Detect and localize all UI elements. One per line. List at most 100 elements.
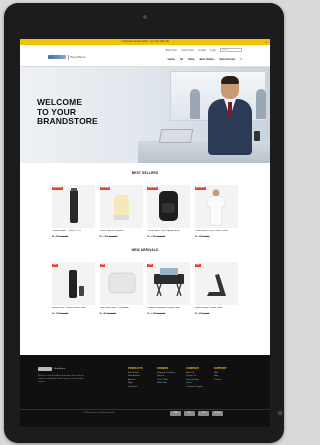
footer-link[interactable]: Contact bbox=[214, 379, 227, 383]
hero-line: TO YOUR bbox=[37, 106, 77, 117]
product-card[interactable]: New Explore Duo - Smart Vacuum Flask Rs.… bbox=[52, 262, 95, 315]
footer-column-products: PRODUCTS Best Sellers New Arrivals Appar… bbox=[128, 367, 143, 390]
product-card[interactable]: Best Seller Touch Lamp BT Speaker Rs. 1,… bbox=[99, 185, 143, 238]
product-image[interactable]: Best Seller bbox=[147, 185, 191, 228]
footer-logo[interactable]: BrandStore bbox=[38, 367, 65, 371]
product-price: Rs. 599 Rs. 799 bbox=[195, 236, 238, 238]
footer-logo-mark-icon bbox=[38, 367, 52, 371]
hero-line: WELCOME bbox=[37, 97, 83, 107]
search-input[interactable]: Search bbox=[220, 48, 242, 52]
price-mrp: Rs. 449 bbox=[202, 313, 210, 315]
top-link[interactable]: Track Order bbox=[181, 49, 194, 52]
product-card[interactable]: New Slim Power Bank - 10000mAh Rs. 999 R… bbox=[99, 262, 143, 315]
product-name[interactable]: Foldable Ergonomic Laptop Table bbox=[147, 307, 190, 310]
product-image[interactable]: New bbox=[99, 262, 143, 305]
footer-column-title: COMPANY bbox=[186, 367, 200, 370]
new-arrivals-title: NEW ARRIVALS bbox=[131, 248, 159, 252]
product-price: Rs. 1,299 Rs. 1,799 bbox=[147, 313, 190, 315]
price-mrp: Rs. 1,999 bbox=[108, 236, 118, 238]
product-image[interactable]: Best Seller bbox=[194, 185, 238, 228]
top-links: Bulk Order Track Order Contact Login Sea… bbox=[166, 48, 242, 52]
price-current: Rs. 599 bbox=[194, 236, 202, 238]
tshirt-icon bbox=[205, 189, 227, 226]
logo-text: BrandStore bbox=[70, 55, 86, 59]
price-current: Rs. 999 bbox=[99, 313, 107, 315]
top-link[interactable]: Login bbox=[210, 49, 216, 52]
top-link[interactable]: Bulk Order bbox=[166, 49, 177, 52]
product-name[interactable]: Explore Duo - Smart Vacuum Flask bbox=[52, 307, 95, 310]
logo-divider bbox=[68, 54, 69, 60]
nav-item[interactable]: All bbox=[180, 58, 183, 61]
product-badge: New bbox=[99, 264, 106, 267]
price-mrp: Rs. 1,799 bbox=[156, 313, 166, 315]
footer-column-orders: ORDERS Shipping & Delivery Returns Track… bbox=[157, 367, 175, 386]
product-name[interactable]: Slim Power Bank - 10000mAh bbox=[100, 307, 143, 310]
nav-item[interactable]: Best Sellers bbox=[200, 58, 215, 61]
product-price: Rs. 999 Rs. 1,399 bbox=[100, 313, 143, 315]
scroll-to-top-button[interactable] bbox=[278, 411, 282, 415]
hero-line: BRANDSTORE bbox=[37, 116, 98, 126]
price-current: Rs. 299 bbox=[194, 313, 202, 315]
product-name[interactable]: Touch Lamp BT Speaker bbox=[100, 230, 143, 233]
hero-person-image bbox=[208, 76, 252, 155]
footer-column-title: PRODUCTS bbox=[128, 367, 143, 370]
product-image[interactable]: Best Seller bbox=[52, 185, 95, 228]
product-card[interactable]: Best Seller Classic Anti - Theft Laptop … bbox=[147, 185, 191, 238]
product-badge: Best Seller bbox=[99, 187, 111, 190]
footer-column-title: SUPPORT bbox=[214, 367, 227, 370]
product-image[interactable]: New bbox=[147, 262, 191, 305]
price-mrp: Rs. 2,299 bbox=[156, 236, 166, 238]
nav-item[interactable]: Home bbox=[168, 58, 175, 61]
bottle-icon bbox=[70, 188, 78, 223]
best-sellers-title: BEST SELLERS bbox=[131, 171, 159, 175]
site-footer: BrandStore Welcome to your BrandStore. A… bbox=[20, 355, 270, 427]
product-card[interactable]: Best Seller Cotton Dry Fit Polo T-Shirt … bbox=[194, 185, 238, 238]
footer-link[interactable]: Drinkware bbox=[128, 386, 143, 390]
footer-column-support: SUPPORT FAQ Help Contact bbox=[214, 367, 227, 382]
price-current: Rs. 899 bbox=[52, 236, 60, 238]
product-price: Rs. 1,699 Rs. 2,299 bbox=[147, 236, 190, 238]
copyright-text: © 2024 BrandStore. All Rights Reserved. bbox=[82, 412, 115, 414]
main-nav: Home All Shop Best Sellers New Arrivals … bbox=[168, 58, 242, 61]
footer-link[interactable]: Bulk Order bbox=[157, 382, 175, 386]
product-name[interactable]: Mobile Stand - Mobile Stand bbox=[195, 307, 238, 310]
mobile-stand-icon bbox=[206, 274, 226, 296]
product-badge: New bbox=[147, 264, 153, 267]
power-bank-icon bbox=[108, 272, 135, 294]
search-icon[interactable]: ⚲ bbox=[240, 58, 242, 61]
payment-icon: VISA bbox=[170, 411, 181, 416]
payment-icon: MC bbox=[184, 411, 195, 416]
product-card[interactable]: New Foldable Ergonomic Laptop Table Rs. … bbox=[147, 262, 191, 315]
footer-link[interactable]: Customer Support bbox=[186, 386, 203, 390]
lamp-speaker-icon bbox=[113, 195, 129, 220]
hero-background-person bbox=[256, 89, 266, 119]
price-current: Rs. 1,299 bbox=[147, 313, 156, 315]
product-name[interactable]: Thermo Bottle - 750ml | 2 Pcs bbox=[52, 230, 95, 233]
price-current: Rs. 1,499 bbox=[99, 236, 109, 238]
product-image[interactable]: New bbox=[194, 262, 238, 305]
footer-about: Welcome to your BrandStore. A one-stop s… bbox=[38, 375, 84, 383]
product-name[interactable]: Classic Anti - Theft Laptop Backp bbox=[147, 230, 190, 233]
product-badge: Best Seller bbox=[147, 187, 159, 190]
brand-logo[interactable]: BrandStore bbox=[48, 54, 86, 60]
product-name[interactable]: Cotton Dry Fit Polo T-Shirt - White bbox=[195, 230, 238, 233]
browser-screen: Celebrate Festive Offer: Get Flat 10% Of… bbox=[20, 39, 270, 427]
hero-banner[interactable]: WELCOME TO YOUR BRANDSTORE bbox=[20, 67, 270, 163]
footer-column-title: ORDERS bbox=[157, 367, 169, 370]
product-card[interactable]: New Mobile Stand - Mobile Stand Rs. 299 … bbox=[194, 262, 238, 315]
top-link[interactable]: Contact bbox=[198, 49, 206, 52]
nav-item[interactable]: Shop bbox=[188, 58, 194, 61]
price-current: Rs. 1,699 bbox=[147, 236, 156, 238]
product-card[interactable]: Best Seller Thermo Bottle - 750ml | 2 Pc… bbox=[52, 185, 95, 238]
footer-column-company: COMPANY About Us Contact Us Privacy Poli… bbox=[186, 367, 203, 390]
price-mrp: Rs. 1,199 bbox=[59, 236, 69, 238]
product-badge: Best Seller bbox=[52, 187, 63, 190]
flask-icon bbox=[69, 270, 84, 298]
product-image[interactable]: Best Seller bbox=[99, 185, 143, 228]
best-sellers-grid: Best Seller Thermo Bottle - 750ml | 2 Pc… bbox=[20, 185, 270, 238]
payment-icon: RuPay bbox=[212, 411, 223, 416]
price-mrp: Rs. 1,099 bbox=[59, 313, 69, 315]
nav-item[interactable]: New Arrivals bbox=[219, 58, 235, 61]
hero-background-person bbox=[190, 89, 200, 119]
product-image[interactable]: New bbox=[52, 262, 95, 305]
